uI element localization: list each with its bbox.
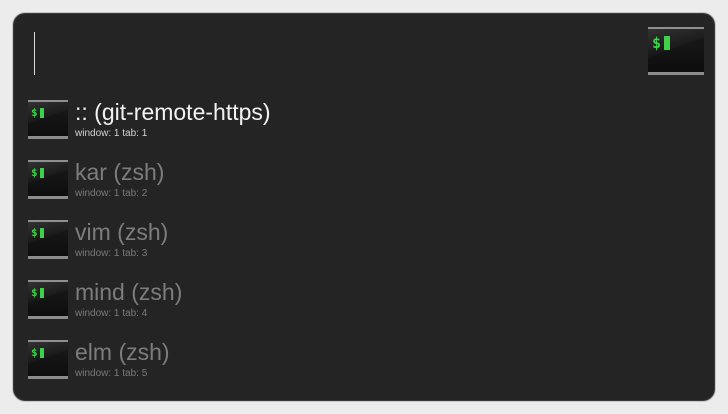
search-row <box>34 32 634 78</box>
result-item[interactable]: $ vim (zsh) window: 1 tab: 3 <box>28 214 688 268</box>
terminal-icon: $ <box>28 160 68 199</box>
result-title: mind (zsh) <box>75 279 183 305</box>
result-subtitle: window: 1 tab: 5 <box>75 368 148 379</box>
result-subtitle: window: 1 tab: 2 <box>75 188 148 199</box>
result-item[interactable]: $ mind (zsh) window: 1 tab: 4 <box>28 274 688 328</box>
result-title: elm (zsh) <box>75 339 170 365</box>
result-subtitle: window: 1 tab: 3 <box>75 248 148 259</box>
terminal-icon: $ <box>28 280 68 319</box>
search-input[interactable] <box>38 32 628 75</box>
result-item[interactable]: $ :: (git-remote-https) window: 1 tab: 1 <box>28 94 688 148</box>
result-subtitle: window: 1 tab: 1 <box>75 128 148 139</box>
result-item[interactable]: $ kar (zsh) window: 1 tab: 2 <box>28 154 688 208</box>
terminal-icon: $ <box>28 100 68 139</box>
result-title: :: (git-remote-https) <box>75 99 271 125</box>
terminal-icon: $ <box>28 220 68 259</box>
result-subtitle: window: 1 tab: 4 <box>75 308 148 319</box>
switcher-window: $ $ :: (git-remote-https) window: 1 tab:… <box>13 13 715 401</box>
result-title: kar (zsh) <box>75 159 165 185</box>
text-caret <box>34 32 35 75</box>
terminal-app-icon: $ <box>648 27 704 75</box>
result-item[interactable]: $ elm (zsh) window: 1 tab: 5 <box>28 334 688 388</box>
result-title: vim (zsh) <box>75 219 169 245</box>
terminal-icon: $ <box>28 340 68 379</box>
